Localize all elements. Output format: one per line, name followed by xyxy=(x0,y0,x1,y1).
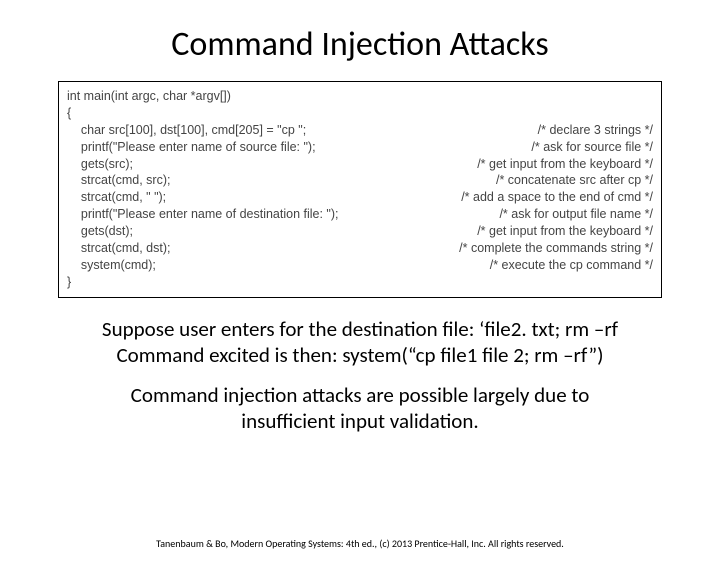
code-comment: /* get input from the keyboard */ xyxy=(477,156,653,173)
code-text: { xyxy=(67,105,71,122)
code-text: } xyxy=(67,274,71,291)
code-text: int main(int argc, char *argv[]) xyxy=(67,88,231,105)
body-line: insufficient input validation. xyxy=(241,408,478,434)
code-comment: /* complete the commands string */ xyxy=(459,240,653,257)
code-line: { xyxy=(67,105,653,122)
code-comment: /* declare 3 strings */ xyxy=(538,122,653,139)
code-line: gets(dst); /* get input from the keyboard… xyxy=(67,223,653,240)
code-line: strcat(cmd, dst); /* complete the command… xyxy=(67,240,653,257)
code-comment: /* add a space to the end of cmd */ xyxy=(461,189,653,206)
code-text: printf("Please enter name of source file… xyxy=(67,139,316,156)
body-line: Command injection attacks are possible l… xyxy=(131,382,590,408)
code-line: } xyxy=(67,274,653,291)
code-line: gets(src); /* get input from the keyboard… xyxy=(67,156,653,173)
code-text: gets(dst); xyxy=(67,223,133,240)
code-line: int main(int argc, char *argv[]) xyxy=(67,88,653,105)
code-line: strcat(cmd, src); /* concatenate src afte… xyxy=(67,172,653,189)
code-text: gets(src); xyxy=(67,156,133,173)
code-text: char src[100], dst[100], cmd[205] = "cp … xyxy=(67,122,306,139)
code-line: system(cmd); /* execute the cp command */ xyxy=(67,257,653,274)
code-text: strcat(cmd, " "); xyxy=(67,189,166,206)
code-figure: int main(int argc, char *argv[]){ char s… xyxy=(58,81,662,298)
code-comment: /* concatenate src after cp */ xyxy=(496,172,653,189)
code-text: system(cmd); xyxy=(67,257,156,274)
body-paragraph-2: Command injection attacks are possible l… xyxy=(50,382,670,435)
body-line: Suppose user enters for the destination … xyxy=(102,316,618,342)
slide-title: Command Injection Attacks xyxy=(0,24,720,65)
code-comment: /* ask for source file */ xyxy=(531,139,653,156)
body-paragraph-1: Suppose user enters for the destination … xyxy=(50,316,670,369)
code-text: strcat(cmd, src); xyxy=(67,172,170,189)
body-line: Command excited is then: system(“cp file… xyxy=(116,342,603,368)
code-text: strcat(cmd, dst); xyxy=(67,240,171,257)
code-text: printf("Please enter name of destination… xyxy=(67,206,339,223)
code-comment: /* get input from the keyboard */ xyxy=(477,223,653,240)
code-comment: /* ask for output file name */ xyxy=(499,206,653,223)
footer-citation: Tanenbaum & Bo, Modern Operating Systems… xyxy=(0,537,720,550)
code-line: strcat(cmd, " "); /* add a space to the e… xyxy=(67,189,653,206)
code-line: printf("Please enter name of source file… xyxy=(67,139,653,156)
code-line: char src[100], dst[100], cmd[205] = "cp … xyxy=(67,122,653,139)
code-line: printf("Please enter name of destination… xyxy=(67,206,653,223)
code-comment: /* execute the cp command */ xyxy=(490,257,653,274)
